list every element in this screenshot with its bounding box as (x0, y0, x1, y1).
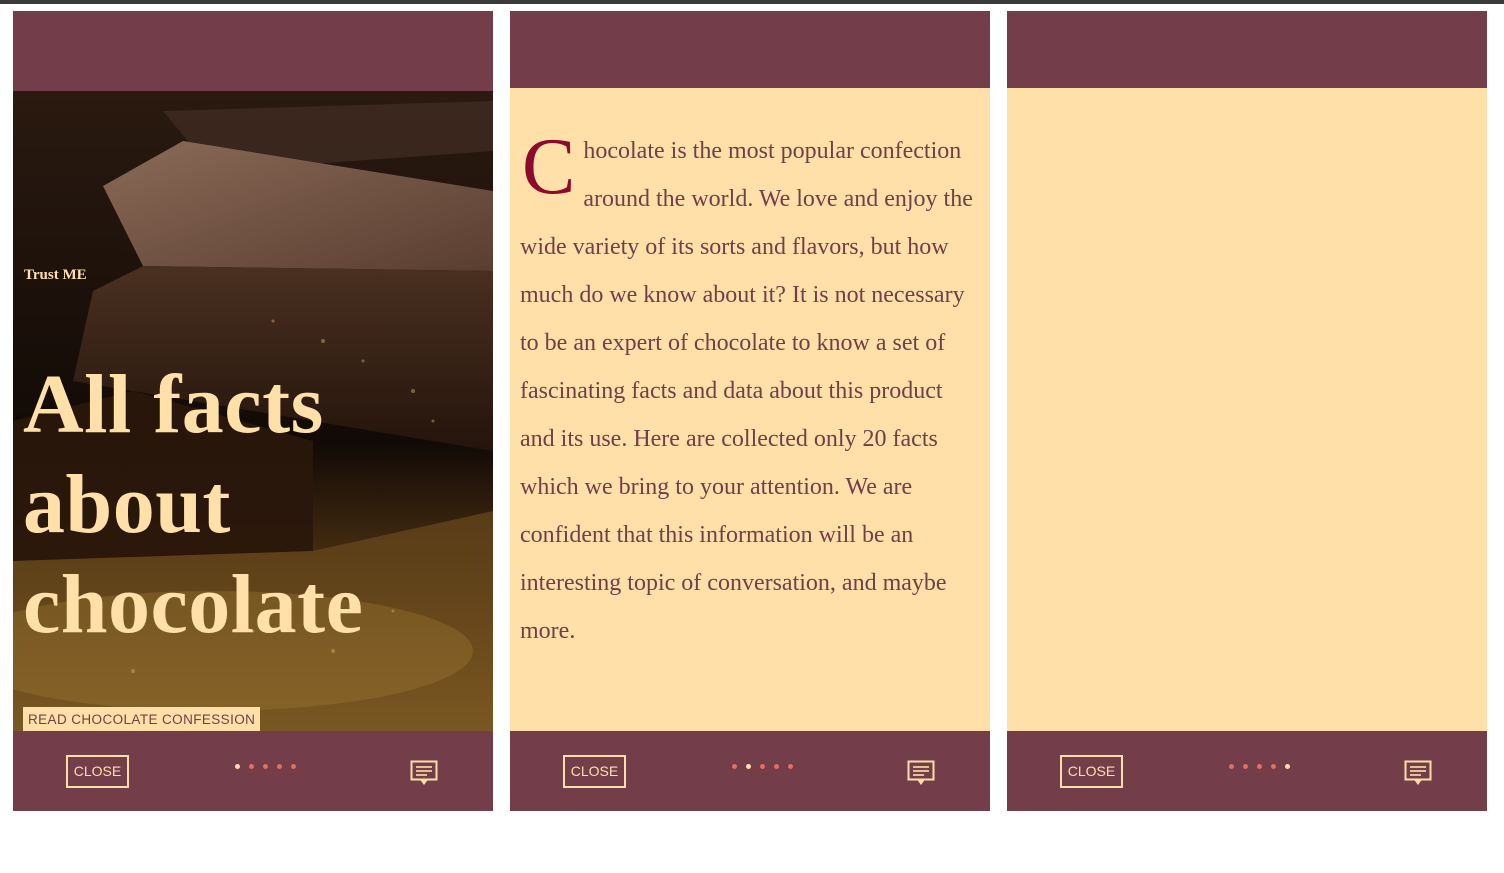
story-panel-article: Chocolate is the most popular confection… (510, 11, 990, 811)
page-dot[interactable] (1229, 764, 1234, 769)
kicker-label: Trust ME (24, 267, 87, 283)
comment-icon[interactable] (1404, 760, 1432, 786)
page-dot[interactable] (291, 764, 296, 769)
close-button[interactable]: CLOSE (563, 755, 626, 788)
article-text: Chocolate is the most popular confection… (520, 127, 980, 655)
panel-footer: CLOSE (510, 731, 990, 811)
story-panel-blank: CLOSE (1007, 11, 1487, 811)
chocolate-hero-image: Trust ME All facts about chocolate READ … (13, 91, 493, 731)
story-panel-cover: Trust ME All facts about chocolate READ … (13, 11, 493, 811)
read-confession-button[interactable]: READ CHOCOLATE CONFESSION (23, 707, 261, 731)
panel-footer: CLOSE (1007, 731, 1487, 811)
page-dot[interactable] (277, 764, 282, 769)
title-line: All facts (23, 358, 324, 451)
comment-icon[interactable] (907, 760, 935, 786)
page-dot[interactable] (1257, 764, 1262, 769)
drop-cap: C (522, 123, 576, 211)
title-line: chocolate (23, 558, 364, 651)
page-dot[interactable] (263, 764, 268, 769)
article-body: hocolate is the most popular confection … (520, 138, 973, 644)
close-button[interactable]: CLOSE (1060, 755, 1123, 788)
page-dot[interactable] (746, 764, 751, 769)
cover-title: All facts about chocolate (23, 355, 483, 655)
page-dot[interactable] (1285, 764, 1290, 769)
page-dot[interactable] (235, 764, 240, 769)
page-dot[interactable] (249, 764, 254, 769)
page-dot[interactable] (774, 764, 779, 769)
page-dot[interactable] (1243, 764, 1248, 769)
title-line: about (23, 458, 231, 551)
page-dot[interactable] (1271, 764, 1276, 769)
comment-icon[interactable] (410, 760, 438, 786)
panel-header (1007, 11, 1487, 88)
close-button[interactable]: CLOSE (66, 755, 129, 788)
panel-footer: CLOSE (13, 731, 493, 811)
page-dot[interactable] (760, 764, 765, 769)
top-border (0, 0, 1504, 4)
page-dot[interactable] (732, 764, 737, 769)
panel-header (13, 11, 493, 91)
page-dot[interactable] (788, 764, 793, 769)
panel-header (510, 11, 990, 88)
